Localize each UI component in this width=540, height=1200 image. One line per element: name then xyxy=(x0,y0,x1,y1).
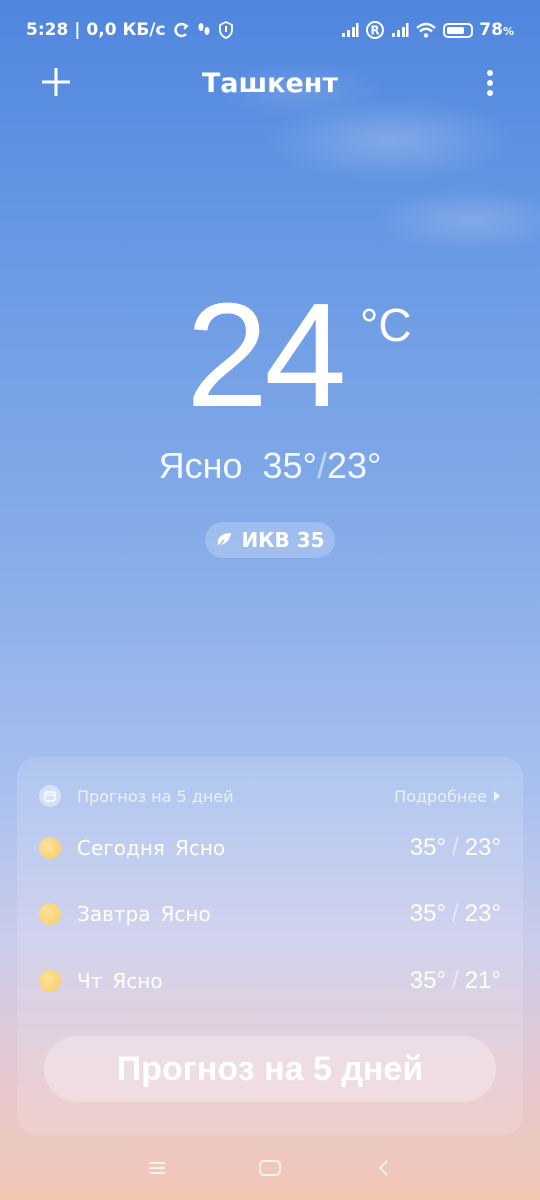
forecast-card-title: Прогноз на 5 дней xyxy=(77,786,234,806)
more-options-button[interactable] xyxy=(478,66,502,102)
forecast-low: 21° xyxy=(464,967,501,994)
forecast-low: 23° xyxy=(464,834,501,861)
high-low-separator: / xyxy=(316,445,327,486)
sync-icon xyxy=(172,21,190,39)
forecast-day: Сегодня xyxy=(77,836,165,860)
forecast-row-today[interactable]: Сегодня Ясно 35°/23° xyxy=(17,828,523,868)
network-speed: | 0,0 КБ/с xyxy=(74,20,166,40)
shield-icon xyxy=(218,21,234,39)
today-high: 35° xyxy=(262,445,317,486)
forecast-row-tomorrow[interactable]: Завтра Ясно 35°/23° xyxy=(17,894,523,934)
app-header: Ташкент xyxy=(0,58,540,108)
aqi-badge[interactable]: ИКВ 35 xyxy=(205,522,335,558)
forecast-high: 35° xyxy=(409,900,447,927)
footsteps-icon xyxy=(196,21,212,39)
temp-separator: / xyxy=(452,900,459,927)
back-chevron-icon xyxy=(378,1160,389,1176)
forecast-temps: 35°/23° xyxy=(410,834,501,862)
five-day-forecast-button[interactable]: Прогноз на 5 дней xyxy=(44,1036,496,1102)
current-temperature: 24 xyxy=(186,273,347,438)
battery-level xyxy=(447,26,465,34)
forecast-high: 35° xyxy=(409,834,447,861)
forecast-high: 35° xyxy=(409,967,447,994)
forecast-card: Прогноз на 5 дней Подробнее Сегодня Ясно… xyxy=(17,757,523,1135)
wifi-icon xyxy=(415,21,437,39)
temp-separator: / xyxy=(452,834,459,861)
signal-icon xyxy=(391,22,409,38)
chevron-right-icon xyxy=(494,791,500,801)
battery-unit: % xyxy=(502,25,514,38)
leaf-icon xyxy=(216,533,232,549)
add-city-button[interactable] xyxy=(38,64,74,100)
details-link-label: Подробнее xyxy=(394,786,487,806)
roaming-icon: R xyxy=(365,20,385,40)
temperature-unit: °C xyxy=(360,299,412,351)
forecast-day: Чт xyxy=(77,969,103,993)
status-bar-left: 5:28 | 0,0 КБ/с xyxy=(26,20,234,40)
back-button[interactable] xyxy=(363,1148,403,1188)
calendar-icon xyxy=(39,785,61,807)
status-bar: 5:28 | 0,0 КБ/с R 78% xyxy=(0,0,540,60)
home-square-icon xyxy=(258,1160,281,1176)
temp-separator: / xyxy=(452,967,459,994)
status-bar-right: R 78% xyxy=(341,20,514,40)
signal-icon xyxy=(341,22,359,38)
forecast-card-header: Прогноз на 5 дней Подробнее xyxy=(17,781,523,811)
city-title: Ташкент xyxy=(201,67,339,99)
aqi-label: ИКВ 35 xyxy=(241,528,325,552)
more-vertical-icon xyxy=(487,70,493,96)
current-condition: Ясно xyxy=(158,445,243,486)
forecast-row-thursday[interactable]: Чт Ясно 35°/21° xyxy=(17,961,523,1001)
forecast-condition: Ясно xyxy=(112,969,163,993)
forecast-condition: Ясно xyxy=(174,836,226,860)
sun-icon xyxy=(39,837,61,859)
condition-row: Ясно 35°/23° xyxy=(0,445,540,487)
svg-text:R: R xyxy=(371,24,380,38)
details-link[interactable]: Подробнее xyxy=(394,787,501,806)
forecast-temps: 35°/21° xyxy=(410,967,501,995)
home-button[interactable] xyxy=(250,1148,290,1188)
battery-value: 78 xyxy=(479,20,503,40)
forecast-day: Завтра xyxy=(77,902,151,926)
clock: 5:28 xyxy=(26,20,69,40)
system-nav-bar xyxy=(0,1140,540,1196)
battery-percent: 78% xyxy=(479,20,514,40)
forecast-low: 23° xyxy=(464,900,501,927)
sun-icon xyxy=(39,903,61,925)
forecast-condition: Ясно xyxy=(160,902,211,926)
sun-icon xyxy=(39,970,61,992)
menu-lines-icon xyxy=(148,1162,165,1174)
today-low: 23° xyxy=(326,445,382,486)
plus-icon xyxy=(42,68,70,96)
forecast-temps: 35°/23° xyxy=(410,900,501,928)
battery-icon xyxy=(443,22,474,38)
recents-button[interactable] xyxy=(137,1148,177,1188)
